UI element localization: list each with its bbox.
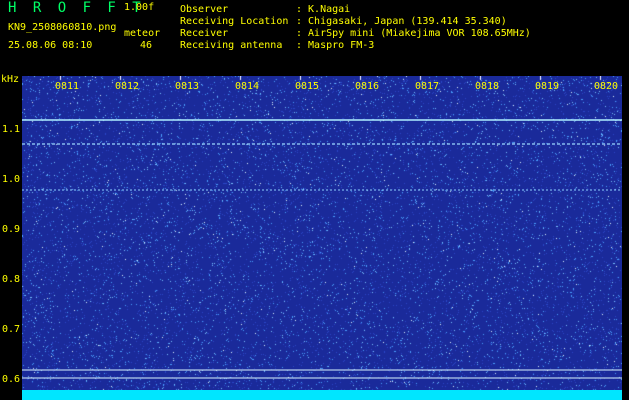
y-tick-label: 0.6 [2,374,21,385]
receiver-value: : AirSpy mini (Miakejima VOR 108.65MHz) [296,28,531,39]
y-tick-label: 1.0 [2,174,21,185]
x-tick-label: 0818 [475,81,500,92]
y-tick-label: 0.9 [2,224,21,235]
frequency-unit-label: kHz [1,74,20,85]
x-tick-label: 0813 [175,81,200,92]
x-tick-label: 0819 [535,81,560,92]
antenna-value: : Maspro FM-3 [296,40,375,51]
y-tick-label: 0.8 [2,274,21,285]
file-name: KN9_2508060810.png [8,22,117,33]
x-tick-label: 0811 [55,81,80,92]
meteor-label: meteor [124,28,161,39]
location-value: : Chigasaki, Japan (139.414 35.340) [296,16,507,27]
spectrogram-plot [22,76,622,400]
noise-floor-band [22,390,622,400]
x-tick-label: 0816 [355,81,380,92]
observer-key: Observer [180,4,229,15]
y-tick-label: 1.1 [2,124,21,135]
x-tick-label: 0817 [415,81,440,92]
antenna-key: Receiving antenna [180,40,283,51]
spectrogram-overlay [22,119,622,400]
x-tick-label: 0820 [594,81,619,92]
meteor-count: 46 [140,40,153,51]
x-tick-label: 0812 [115,81,140,92]
y-tick-label: 0.7 [2,324,21,335]
x-tick-label: 0815 [295,81,320,92]
location-key: Receiving Location [180,16,289,27]
x-tick-label: 0814 [235,81,260,92]
app-version: 1.00f [124,2,155,13]
observer-value: : K.Nagai [296,4,351,15]
date-time: 25.08.06 08:10 [8,40,93,51]
receiver-key: Receiver [180,28,229,39]
